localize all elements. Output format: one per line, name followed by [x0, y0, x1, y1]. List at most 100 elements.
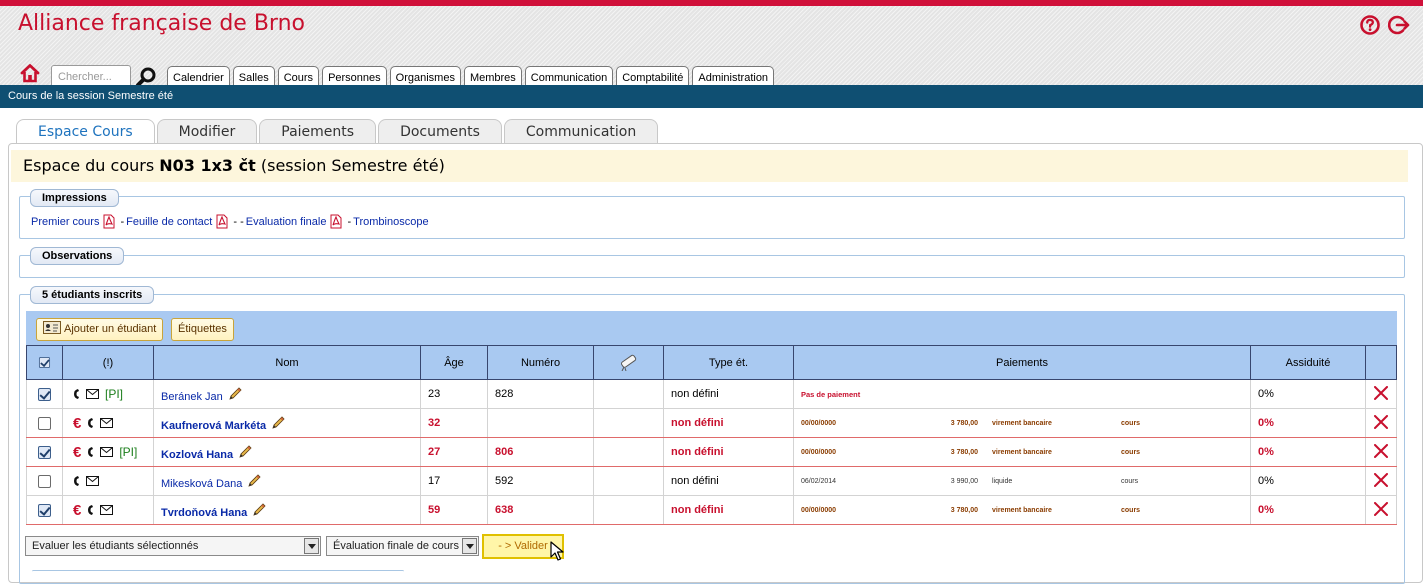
mail-icon[interactable] [86, 476, 99, 486]
evaluation-type-select[interactable]: Évaluation finale de cours [326, 536, 479, 556]
phone-icon[interactable] [87, 417, 94, 429]
add-student-button[interactable]: Ajouter un étudiant [36, 318, 164, 341]
student-name-link[interactable]: Mikesková Dana [161, 478, 242, 490]
row-type-cell: non défini [663, 495, 794, 525]
payment-kind: cours [1121, 448, 1141, 456]
tab-paiements[interactable]: Paiements [259, 119, 377, 144]
pdf-icon[interactable] [102, 214, 116, 229]
delete-icon[interactable] [1374, 385, 1388, 400]
separator: - - [233, 215, 244, 228]
row-delete-cell [1365, 437, 1397, 467]
link-premier-cours[interactable]: Premier cours [31, 216, 99, 228]
row-checkbox[interactable] [38, 503, 51, 517]
table-row[interactable]: Mikesková Dana 17 592 non défini 06/02/2014 3… [26, 466, 1397, 496]
student-name-link[interactable]: Kozlová Hana [161, 449, 233, 461]
col-type[interactable]: Type ét. [663, 345, 794, 380]
tab-espace-cours[interactable]: Espace Cours [16, 119, 155, 144]
link-feuille-de-contact[interactable]: Feuille de contact [126, 216, 212, 228]
student-type: non défini [671, 446, 724, 458]
delete-icon[interactable] [1374, 414, 1388, 429]
impressions-legend[interactable]: Impressions [30, 189, 119, 207]
mail-icon[interactable] [100, 418, 114, 428]
logout-icon[interactable] [1388, 14, 1410, 36]
tab-documents[interactable]: Documents [378, 119, 502, 144]
row-type-cell: non défini [663, 408, 794, 438]
col-flags: (!) [62, 345, 154, 380]
table-row[interactable]: [PI] Beránek Jan 23 828 non défini Pas de pai… [26, 379, 1397, 409]
student-name-link[interactable]: Tvrdoňová Hana [161, 507, 247, 519]
col-number[interactable]: Numéro [487, 345, 594, 380]
link-trombinoscope[interactable]: Trombinoscope [353, 216, 428, 228]
pdf-icon[interactable] [215, 214, 229, 229]
students-toolbar: Ajouter un étudiant Étiquettes [26, 311, 1397, 345]
course-tabs: Espace Cours Modifier Paiements Document… [16, 119, 660, 144]
payment-date: 00/00/0000 [801, 448, 837, 456]
mail-icon[interactable] [100, 505, 114, 515]
phone-icon[interactable] [87, 446, 94, 458]
row-flags-cell: € [PI] [62, 437, 154, 467]
row-checkbox[interactable] [38, 387, 51, 401]
student-age: 59 [428, 504, 441, 516]
mouse-cursor-icon [550, 541, 564, 561]
pencil-icon[interactable] [251, 502, 267, 518]
evaluation-type-value: Évaluation finale de cours [333, 540, 459, 552]
payment-amount: 3 990,00 [950, 477, 978, 485]
phone-icon[interactable] [73, 388, 80, 400]
home-icon[interactable] [19, 62, 41, 84]
row-checkbox[interactable] [38, 474, 51, 488]
evaluate-students-select[interactable]: Evaluer les étudiants sélectionnés [25, 536, 321, 556]
payment-amount: 3 780,00 [950, 506, 978, 514]
student-name-link[interactable]: Kaufnerová Markéta [161, 420, 266, 432]
mail-icon[interactable] [86, 389, 99, 399]
add-student-label: Ajouter un étudiant [64, 323, 157, 335]
pencil-icon[interactable] [237, 444, 253, 460]
pencil-icon[interactable] [227, 386, 243, 402]
phone-icon[interactable] [87, 504, 94, 516]
app-header: Alliance française de Brno Calendrier Sa… [0, 0, 1423, 90]
row-flags: € [70, 416, 146, 431]
tab-modifier[interactable]: Modifier [156, 119, 258, 144]
student-name-link[interactable]: Beránek Jan [161, 391, 223, 403]
row-age-cell: 59 [420, 495, 488, 525]
unpaid-euro-icon: € [73, 501, 82, 519]
row-diploma-cell [593, 437, 664, 467]
delete-icon[interactable] [1374, 501, 1388, 516]
payment-kind: cours [1121, 477, 1139, 485]
payment-method: virement bancaire [992, 419, 1052, 427]
student-type: non défini [671, 475, 719, 487]
tab-communication[interactable]: Communication [503, 119, 659, 144]
pi-badge: [PI] [119, 445, 138, 459]
separator: - [120, 215, 125, 228]
row-checkbox[interactable] [38, 445, 51, 459]
select-all-header[interactable] [26, 345, 63, 380]
row-name-cell: Mikesková Dana [153, 466, 421, 496]
col-attendance[interactable]: Assiduité [1250, 345, 1366, 380]
col-name[interactable]: Nom [153, 345, 421, 380]
phone-icon[interactable] [73, 475, 80, 487]
table-row[interactable]: € Kaufnerová Markéta 32 non défini 00/00/000… [26, 408, 1397, 438]
select-all-checkbox[interactable] [38, 356, 51, 369]
course-title-prefix: Espace du cours [23, 156, 155, 175]
col-age[interactable]: Âge [420, 345, 488, 380]
link-evaluation-finale[interactable]: Evaluation finale [246, 216, 327, 228]
table-row[interactable]: € [PI] Kozlová Hana 27 806 non défini 00/00/00… [26, 437, 1397, 467]
row-checkbox[interactable] [38, 416, 51, 430]
table-row[interactable]: € Tvrdoňová Hana 59 638 non défini 00/00/0000… [26, 495, 1397, 525]
row-select-cell [26, 408, 63, 438]
observations-legend[interactable]: Observations [30, 247, 125, 265]
students-table: (!) Nom Âge Numéro Type ét. Paiements As… [26, 345, 1397, 525]
payment-line: 00/00/0000 3 780,00 virement bancaire cours [801, 420, 1243, 427]
students-legend[interactable]: 5 étudiants inscrits [30, 286, 155, 304]
row-flags-cell: € [62, 408, 154, 438]
row-age-cell: 32 [420, 408, 488, 438]
pi-badge: [PI] [105, 387, 124, 401]
mail-icon[interactable] [100, 447, 114, 457]
pencil-icon[interactable] [246, 473, 262, 489]
delete-icon[interactable] [1374, 443, 1388, 458]
chevron-down-icon [462, 538, 477, 554]
labels-button[interactable]: Étiquettes [171, 318, 234, 341]
pencil-icon[interactable] [270, 415, 286, 431]
help-icon[interactable] [1359, 14, 1381, 36]
pdf-icon[interactable] [329, 214, 343, 229]
delete-icon[interactable] [1374, 472, 1388, 487]
